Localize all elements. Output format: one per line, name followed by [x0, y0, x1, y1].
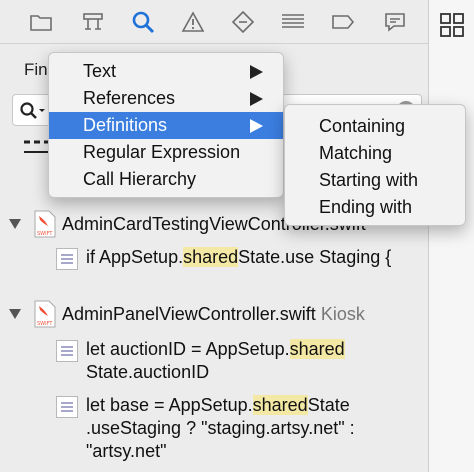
swift-file-icon: SWIFT	[34, 300, 56, 328]
submenu-arrow-icon	[250, 65, 263, 79]
menu-item-definitions[interactable]: Definitions	[49, 112, 283, 139]
menu-item-regular-expression[interactable]: Regular Expression	[49, 139, 283, 166]
warning-icon[interactable]	[180, 9, 206, 35]
find-mode-menu: Text References Definitions Regular Expr…	[48, 52, 284, 198]
search-results: SWIFT AdminCardTestingViewController.swi…	[0, 200, 428, 472]
disclosure-triangle-icon[interactable]	[8, 307, 22, 321]
report-icon[interactable]	[382, 9, 408, 35]
code-line-icon	[56, 396, 78, 418]
match-row[interactable]: let base = AppSetup.sharedState .useStag…	[56, 394, 426, 466]
match-text: if AppSetup.sharedState.use Staging {	[86, 247, 392, 267]
find-label: Fin	[24, 60, 48, 79]
inspector-panel	[428, 0, 474, 472]
swift-file-icon: SWIFT	[34, 210, 56, 238]
disclosure-triangle-icon[interactable]	[8, 217, 22, 231]
svg-text:SWIFT: SWIFT	[37, 231, 53, 237]
submenu-item-ending-with[interactable]: Ending with	[285, 194, 465, 221]
submenu-item-starting-with[interactable]: Starting with	[285, 167, 465, 194]
hierarchy-icon[interactable]	[80, 9, 106, 35]
grid-icon[interactable]	[439, 12, 465, 38]
match-row[interactable]: let auctionID = AppSetup.shared State.au…	[56, 338, 426, 388]
folder-icon[interactable]	[28, 9, 54, 35]
options-icon[interactable]	[24, 140, 50, 156]
code-line-icon	[56, 340, 78, 362]
match-text: let auctionID = AppSetup.shared State.au…	[86, 339, 345, 382]
menu-item-references[interactable]: References	[49, 85, 283, 112]
breakpoint-icon[interactable]	[330, 9, 356, 35]
menu-item-text[interactable]: Text	[49, 58, 283, 85]
result-file-row[interactable]: SWIFT AdminPanelViewController.swift Kio…	[0, 298, 428, 330]
submenu-item-containing[interactable]: Containing	[285, 113, 465, 140]
search-icon[interactable]	[130, 9, 156, 35]
project-name: Kiosk	[320, 304, 365, 324]
definitions-submenu: Containing Matching Starting with Ending…	[284, 104, 466, 226]
svg-text:SWIFT: SWIFT	[37, 321, 53, 327]
file-name: AdminPanelViewController.swift Kiosk	[62, 304, 365, 324]
submenu-item-matching[interactable]: Matching	[285, 140, 465, 167]
code-line-icon	[56, 248, 78, 270]
debug-icon[interactable]	[280, 9, 306, 35]
test-icon[interactable]	[230, 9, 256, 35]
submenu-arrow-icon	[250, 119, 263, 133]
navigator-toolbar	[0, 0, 428, 44]
menu-item-call-hierarchy[interactable]: Call Hierarchy	[49, 166, 283, 193]
submenu-arrow-icon	[250, 92, 263, 106]
match-row[interactable]: if AppSetup.sharedState.use Staging {	[56, 246, 426, 296]
match-text: let base = AppSetup.sharedState .useStag…	[86, 395, 355, 461]
search-options-icon[interactable]	[19, 101, 49, 121]
